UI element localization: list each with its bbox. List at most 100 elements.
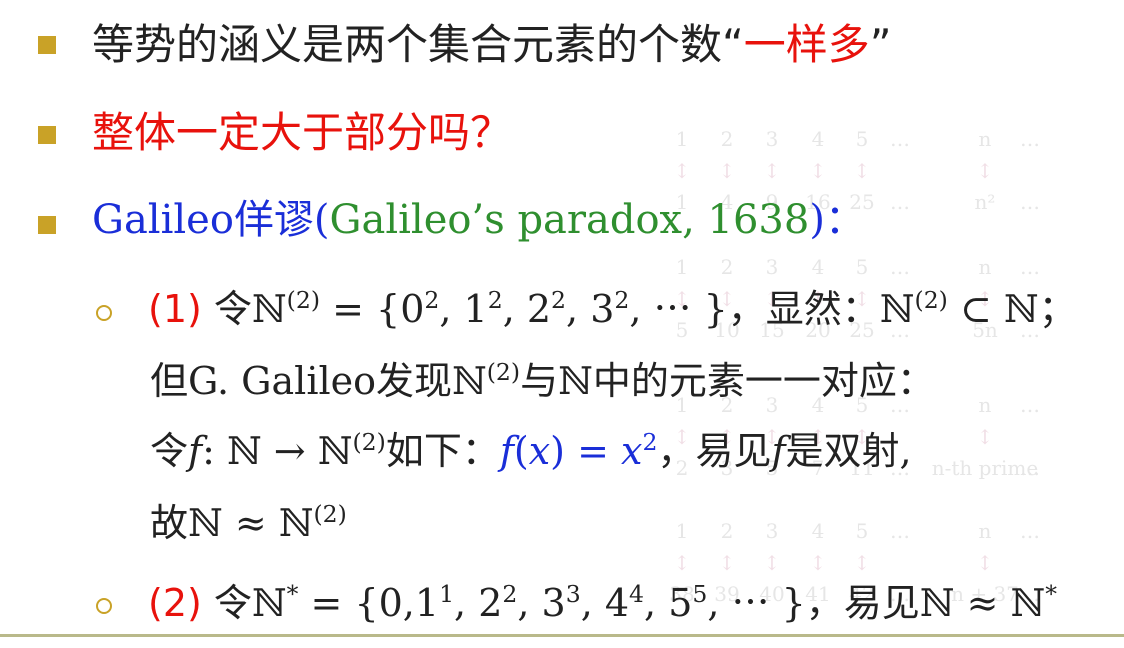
galileo-colon: ：	[824, 197, 865, 243]
watermark-arrow: ↕	[854, 551, 871, 575]
sub1-line1: (1) 令ℕ(2) = {02, 12, 22, 32, ⋯ }，显然：ℕ(2)…	[148, 287, 1077, 331]
watermark-cell: 5	[856, 127, 869, 151]
watermark-arrow: ↕	[810, 551, 827, 575]
bullet-2-text: 整体一定大于部分吗？	[92, 108, 513, 157]
sub2-s4: 4	[629, 579, 645, 608]
sub1-l1-s4: 2	[614, 285, 630, 314]
watermark-cell: 2	[721, 255, 734, 279]
watermark-cell: …	[1020, 456, 1040, 480]
sub2-g: , ⋯ }，易见ℕ ≈ ℕ	[707, 581, 1046, 625]
sub2-d: , 3	[517, 581, 566, 625]
formula-f: f	[499, 429, 514, 473]
sub1-l1-s3: 2	[551, 285, 567, 314]
formula-sup: 2	[642, 427, 658, 456]
sub-bullet-circle-2	[96, 598, 112, 614]
watermark-arrow: ↕	[764, 159, 781, 183]
sub1-l1-e: , 3	[566, 287, 615, 331]
sub1-line3: 令f: ℕ → ℕ(2)如下：f(x) = x2，易见f是双射,	[150, 429, 912, 473]
watermark-cell: 4	[812, 519, 825, 543]
watermark-cell: …	[890, 519, 910, 543]
sub2-f: , 5	[644, 581, 693, 625]
watermark-cell: 5	[856, 519, 869, 543]
sub1-l1-s1: 2	[424, 285, 440, 314]
formula-x: x	[528, 429, 551, 473]
sub1-l2-sup: (2)	[486, 357, 521, 386]
sub2-label: (2)	[148, 581, 202, 625]
watermark-cell: …	[1020, 519, 1040, 543]
sub1-l4-a: 故ℕ ≈ ℕ	[150, 501, 314, 545]
watermark-cell: 1	[676, 519, 689, 543]
bullet-1-quote-close: ”	[869, 20, 892, 69]
sub1-l1-s2: 2	[487, 285, 503, 314]
galileo-close-paren: )	[809, 197, 825, 243]
watermark-cell: n	[979, 393, 992, 417]
sub1-l3-a: 令	[150, 429, 189, 473]
watermark-cell: 3	[766, 519, 779, 543]
galileo-name: Galileo佯谬(	[92, 197, 330, 243]
watermark-cell: 2	[721, 519, 734, 543]
watermark-arrow: ↕	[764, 551, 781, 575]
sub-bullet-circle-1	[96, 305, 112, 321]
watermark-cell: 5	[856, 255, 869, 279]
sub2-s5: 5	[692, 579, 708, 608]
sub1-l3-d: ，易见	[657, 429, 772, 473]
watermark-cell: n	[979, 127, 992, 151]
watermark-cell: …	[1020, 127, 1040, 151]
watermark-arrow: ↕	[719, 551, 736, 575]
sub2-c: , 2	[454, 581, 503, 625]
watermark-cell: 4	[812, 255, 825, 279]
sub2-s3: 3	[565, 579, 581, 608]
sub1-line2: 但G. Galileo发现ℕ(2)与ℕ中的元素一一对应：	[150, 359, 935, 403]
bullet-square-1	[38, 36, 56, 54]
watermark-cell: n	[979, 519, 992, 543]
sub2-b: = {0,1	[298, 581, 440, 625]
sub1-formula: f(x) = x2	[500, 429, 658, 473]
sub1-l3-e: 是双射,	[785, 429, 912, 473]
watermark-arrow: ↕	[674, 551, 691, 575]
watermark-arrow: ↕	[977, 551, 994, 575]
formula-open: (	[513, 429, 529, 473]
formula-x2: x	[621, 429, 643, 473]
sub1-l2-a: 但G. Galileo发现ℕ	[150, 359, 487, 403]
watermark-arrow: ↕	[810, 159, 827, 183]
sub1-l3-c: 如下：	[385, 429, 500, 473]
formula-eq: ) =	[550, 429, 621, 473]
sub2-star: *	[286, 579, 299, 608]
watermark-arrow: ↕	[977, 425, 994, 449]
sub1-l1-f: , ⋯ }，显然：ℕ	[629, 287, 915, 331]
watermark-arrow: ↕	[719, 159, 736, 183]
sub1-l1-sup2: (2)	[914, 285, 948, 314]
watermark-cell: …	[1020, 393, 1040, 417]
watermark-cell: n	[979, 255, 992, 279]
watermark-cell: 1	[676, 127, 689, 151]
watermark-arrow: ↕	[977, 159, 994, 183]
watermark-cell: 1	[676, 255, 689, 279]
bullet-1-quote-open: “	[722, 20, 744, 69]
sub2-star2: *	[1045, 579, 1058, 608]
sub1-l1-c: , 1	[439, 287, 488, 331]
watermark-arrow: ↕	[854, 159, 871, 183]
bullet-1-text: 等势的涵义是两个集合元素的个数“一样多”	[92, 24, 892, 66]
bullet-3-text: Galileo佯谬(Galileo’s paradox, 1638)：	[92, 200, 865, 240]
sub1-l1-sup: (2)	[286, 285, 321, 314]
watermark-cell: 4	[812, 127, 825, 151]
watermark-cell: n²	[975, 190, 996, 214]
sub1-l2-b: 与ℕ中的元素一一对应：	[520, 359, 935, 403]
watermark-cell: 3	[766, 127, 779, 151]
sub1-l3-f2: f	[771, 429, 786, 473]
bullet-1-main: 等势的涵义是两个集合元素的个数	[92, 20, 723, 69]
sub2-e: , 4	[580, 581, 630, 625]
sub1-label: (1)	[148, 287, 202, 331]
bullet-square-3	[38, 216, 56, 234]
sub1-l3-b: : ℕ → ℕ	[202, 429, 353, 473]
sub1-l4-sup: (2)	[313, 499, 347, 528]
watermark-arrow: ↕	[674, 159, 691, 183]
galileo-paradox-english: Galileo’s paradox, 1638	[329, 197, 810, 243]
watermark-cell: …	[1020, 190, 1040, 214]
sub1-l1-a: 令ℕ	[213, 287, 287, 331]
sub2-s1: 1	[439, 579, 455, 608]
watermark-cell: n-th prime	[932, 456, 1038, 480]
sub1-l3-sup: (2)	[352, 427, 386, 456]
watermark-cell: …	[890, 255, 910, 279]
sub1-l1-b: = {0	[320, 287, 425, 331]
